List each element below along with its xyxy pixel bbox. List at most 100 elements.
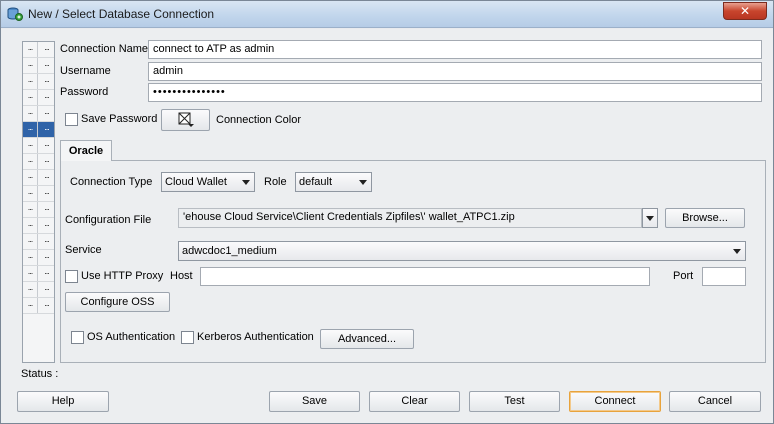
connections-list[interactable]: ........................................… bbox=[22, 41, 55, 363]
connect-button[interactable]: Connect bbox=[569, 391, 661, 412]
color-picker-icon bbox=[178, 112, 194, 127]
connection-name-input[interactable]: connect to ATP as admin bbox=[148, 40, 762, 59]
title-bar[interactable]: New / Select Database Connection ✕ bbox=[1, 1, 773, 28]
connection-type-value: Cloud Wallet bbox=[165, 176, 227, 188]
test-button[interactable]: Test bbox=[469, 391, 560, 412]
connections-list-row[interactable]: ...... bbox=[23, 298, 54, 314]
connections-list-row[interactable]: ...... bbox=[23, 74, 54, 90]
save-button[interactable]: Save bbox=[269, 391, 360, 412]
connections-list-row[interactable]: ...... bbox=[23, 234, 54, 250]
os-authentication-checkbox[interactable] bbox=[71, 331, 84, 344]
connections-list-cell: ... bbox=[23, 122, 38, 137]
close-icon: ✕ bbox=[739, 4, 751, 18]
connections-list-row[interactable]: ...... bbox=[23, 218, 54, 234]
connections-list-cell: ... bbox=[44, 106, 50, 116]
connections-list-cell: ... bbox=[23, 90, 38, 105]
connections-list-cell: ... bbox=[23, 202, 38, 217]
role-select[interactable]: default bbox=[295, 172, 372, 192]
browse-button[interactable]: Browse... bbox=[665, 208, 745, 228]
service-value: adwcdoc1_medium bbox=[182, 245, 277, 257]
configuration-file-label: Configuration File bbox=[65, 214, 152, 226]
use-http-proxy-checkbox[interactable] bbox=[65, 270, 78, 283]
connections-list-row[interactable]: ...... bbox=[23, 266, 54, 282]
role-label: Role bbox=[264, 176, 287, 188]
port-label: Port bbox=[673, 270, 694, 282]
status-label: Status : bbox=[21, 368, 59, 380]
kerberos-authentication-checkbox[interactable] bbox=[181, 331, 194, 344]
connections-list-row[interactable]: ...... bbox=[23, 154, 54, 170]
connections-list-cell: ... bbox=[44, 122, 50, 132]
window-title: New / Select Database Connection bbox=[28, 7, 215, 21]
dropdown-arrow-icon bbox=[242, 180, 250, 185]
username-input[interactable]: admin bbox=[148, 62, 762, 81]
connections-list-cell: ... bbox=[44, 42, 50, 52]
connections-list-cell: ... bbox=[44, 202, 50, 212]
connections-list-cell: ... bbox=[23, 42, 38, 57]
configuration-file-input[interactable]: 'ehouse Cloud Service\Client Credentials… bbox=[178, 208, 642, 228]
host-input[interactable] bbox=[200, 267, 650, 286]
connections-list-row[interactable]: ...... bbox=[23, 58, 54, 74]
connections-list-cell: ... bbox=[23, 186, 38, 201]
port-input[interactable] bbox=[702, 267, 746, 286]
dropdown-arrow-icon bbox=[359, 180, 367, 185]
connections-list-cell: ... bbox=[23, 74, 38, 89]
connection-name-label: Connection Name bbox=[60, 43, 149, 55]
dropdown-arrow-icon bbox=[733, 249, 741, 254]
service-select[interactable]: adwcdoc1_medium bbox=[178, 241, 746, 261]
configure-oss-button[interactable]: Configure OSS bbox=[65, 292, 170, 312]
connections-list-row[interactable]: ...... bbox=[23, 106, 54, 122]
connections-list-cell: ... bbox=[44, 218, 50, 228]
host-label: Host bbox=[170, 270, 193, 282]
dropdown-arrow-icon bbox=[646, 216, 654, 221]
save-password-checkbox[interactable] bbox=[65, 113, 78, 126]
connections-list-cell: ... bbox=[23, 170, 38, 185]
connection-type-select[interactable]: Cloud Wallet bbox=[161, 172, 255, 192]
connections-list-row[interactable]: ...... bbox=[23, 170, 54, 186]
clear-button[interactable]: Clear bbox=[369, 391, 460, 412]
connections-list-row[interactable]: ...... bbox=[23, 42, 54, 58]
dialog-window: New / Select Database Connection ✕ .....… bbox=[0, 0, 774, 424]
advanced-button[interactable]: Advanced... bbox=[320, 329, 414, 349]
connections-list-row[interactable]: ...... bbox=[23, 186, 54, 202]
connections-list-row[interactable]: ...... bbox=[23, 202, 54, 218]
os-authentication-label: OS Authentication bbox=[87, 331, 176, 343]
connections-list-row[interactable]: ...... bbox=[23, 90, 54, 106]
dialog-content: ........................................… bbox=[1, 29, 773, 423]
role-value: default bbox=[299, 176, 333, 188]
connections-list-row[interactable]: ...... bbox=[23, 282, 54, 298]
service-label: Service bbox=[65, 244, 102, 256]
save-password-label: Save Password bbox=[81, 113, 158, 125]
configuration-file-dropdown[interactable] bbox=[642, 208, 658, 228]
connection-color-label: Connection Color bbox=[216, 114, 301, 126]
connections-list-row[interactable]: ...... bbox=[23, 250, 54, 266]
connections-list-cell: ... bbox=[23, 282, 38, 297]
tab-oracle[interactable]: Oracle bbox=[60, 140, 112, 161]
connections-list-cell: ... bbox=[23, 234, 38, 249]
connections-list-cell: ... bbox=[23, 58, 38, 73]
connections-list-cell: ... bbox=[44, 58, 50, 68]
password-label: Password bbox=[60, 86, 109, 98]
connection-type-label: Connection Type bbox=[70, 176, 153, 188]
connections-list-cell: ... bbox=[44, 298, 50, 308]
connections-list-cell: ... bbox=[44, 138, 50, 148]
connections-list-cell: ... bbox=[44, 282, 50, 292]
connections-list-row[interactable]: ...... bbox=[23, 122, 54, 138]
use-http-proxy-label: Use HTTP Proxy bbox=[81, 270, 164, 282]
connection-color-button[interactable] bbox=[161, 109, 210, 131]
connections-list-cell: ... bbox=[44, 186, 50, 196]
connections-list-cell: ... bbox=[23, 298, 38, 313]
connections-list-cell: ... bbox=[44, 234, 50, 244]
connections-list-cell: ... bbox=[23, 250, 38, 265]
connections-list-cell: ... bbox=[23, 266, 38, 281]
connections-list-cell: ... bbox=[44, 266, 50, 276]
database-connection-icon bbox=[7, 7, 23, 21]
connections-list-cell: ... bbox=[44, 170, 50, 180]
password-input[interactable]: ••••••••••••••• bbox=[148, 83, 762, 102]
connections-list-row[interactable]: ...... bbox=[23, 138, 54, 154]
cancel-button[interactable]: Cancel bbox=[669, 391, 761, 412]
close-button[interactable]: ✕ bbox=[723, 2, 767, 20]
connections-list-cell: ... bbox=[23, 106, 38, 121]
connections-list-cell: ... bbox=[44, 74, 50, 84]
help-button[interactable]: Help bbox=[17, 391, 109, 412]
connections-list-cell: ... bbox=[23, 138, 38, 153]
